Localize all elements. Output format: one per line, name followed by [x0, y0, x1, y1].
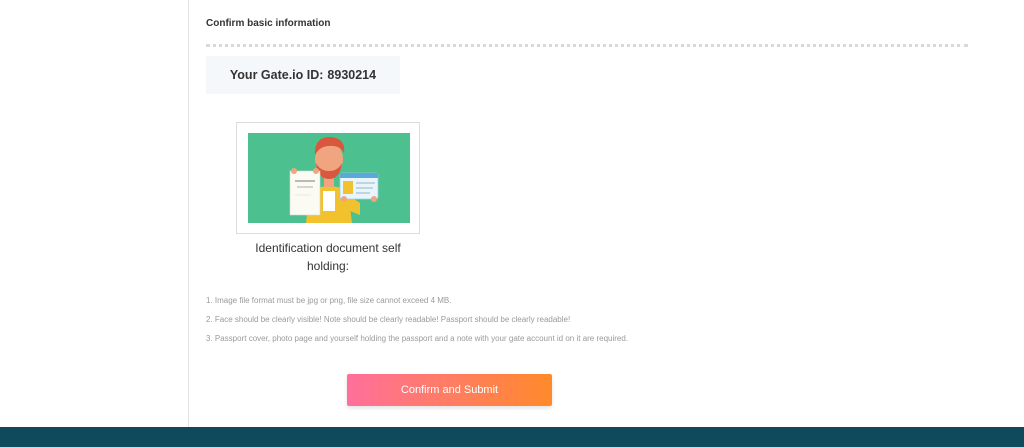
upload-caption: Identification document self holding: — [255, 241, 401, 273]
gate-id-value: 8930214 — [327, 68, 377, 82]
gate-id-box: Your Gate.io ID: 8930214 — [206, 56, 400, 94]
id-selfie-upload[interactable] — [236, 122, 420, 234]
footer-bar — [0, 427, 1024, 447]
requirement-note-3: 3. Passport cover, photo page and yourse… — [206, 334, 629, 343]
dotted-divider — [206, 44, 968, 47]
person-holding-id-illustration — [248, 133, 410, 223]
requirement-note-1: 1. Image file format must be jpg or png,… — [206, 296, 452, 305]
section-title: Confirm basic information — [206, 18, 331, 29]
gate-id-label: Your Gate.io ID: — [229, 68, 324, 82]
requirement-note-2: 2. Face should be clearly visible! Note … — [206, 315, 571, 324]
confirm-submit-button[interactable]: Confirm and Submit — [347, 374, 552, 406]
content-left-border — [188, 0, 189, 427]
